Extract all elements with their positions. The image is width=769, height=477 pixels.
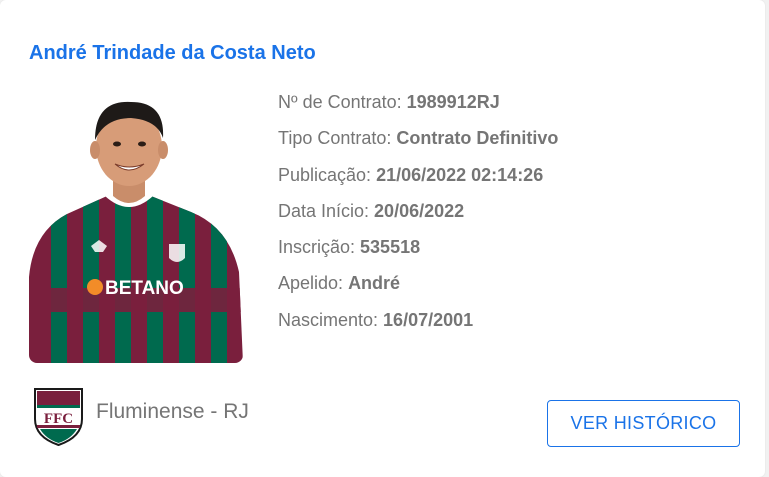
player-card: André Trindade da Costa Neto BETANO Nº d… xyxy=(0,0,765,477)
contract-details: Nº de Contrato: 1989912RJ Tipo Contrato:… xyxy=(278,88,558,342)
detail-contract-type: Tipo Contrato: Contrato Definitivo xyxy=(278,128,559,149)
detail-publication: Publicação: 21/06/2022 02:14:26 xyxy=(278,164,544,185)
player-name: André Trindade da Costa Neto xyxy=(29,42,316,64)
detail-registration: Inscrição: 535518 xyxy=(278,237,421,258)
svg-text:BETANO: BETANO xyxy=(105,278,184,299)
detail-start-date: Data Início: 20/06/2022 xyxy=(278,200,465,221)
detail-nickname: Apelido: André xyxy=(278,273,401,294)
view-history-button[interactable]: VER HISTÓRICO xyxy=(547,400,740,447)
svg-text:FFC: FFC xyxy=(44,411,73,427)
club-name: Fluminense - RJ xyxy=(96,400,249,423)
fluminense-crest-icon: FFC xyxy=(34,388,83,447)
player-photo: BETANO xyxy=(29,92,243,363)
player-photo-image: BETANO xyxy=(29,92,243,363)
detail-contract-number: Nº de Contrato: 1989912RJ xyxy=(278,92,500,112)
detail-birth-date: Nascimento: 16/07/2001 xyxy=(278,309,474,330)
club-info: FFC Fluminense - RJ xyxy=(31,385,249,447)
